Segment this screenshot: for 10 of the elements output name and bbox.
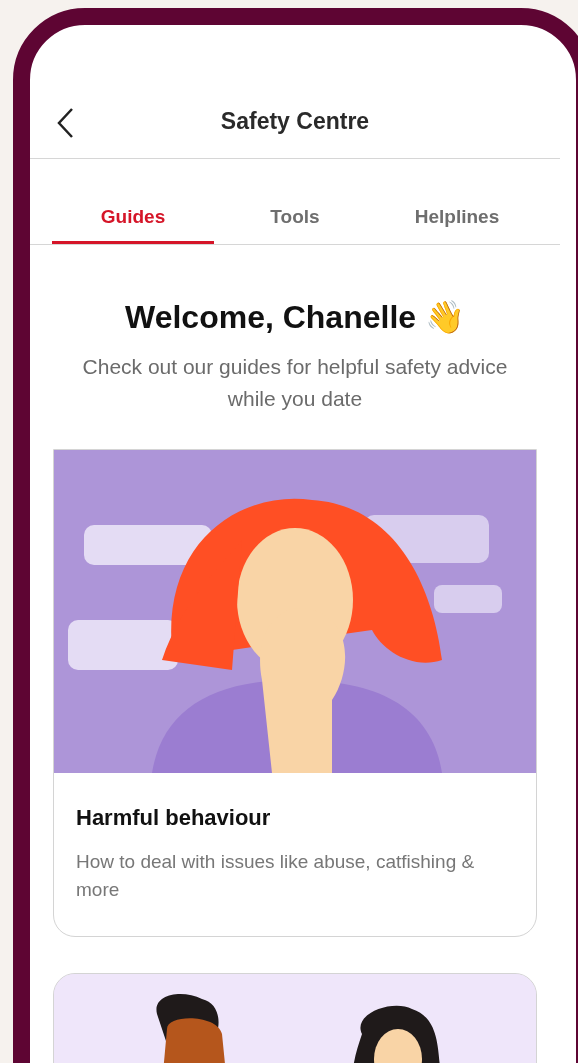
welcome-heading: Welcome, Chanelle 👋 — [125, 298, 465, 337]
tab[interactable]: Guides — [52, 194, 214, 244]
tab[interactable]: Tools — [214, 194, 376, 244]
back-icon[interactable] — [56, 107, 74, 139]
guide-card[interactable]: Harmful behaviour How to deal with issues like abuse, catfishing & more — [53, 449, 537, 937]
guide-description: How to deal with issues like abuse, catfishing & more — [76, 850, 476, 902]
guide-title: Harmful behaviour — [76, 804, 272, 832]
welcome-subtitle: Check out our guides for helpful safety advice while you date — [81, 354, 509, 412]
screen-title: Safety Centre — [220, 107, 370, 137]
tab[interactable]: Helplines — [376, 194, 538, 244]
